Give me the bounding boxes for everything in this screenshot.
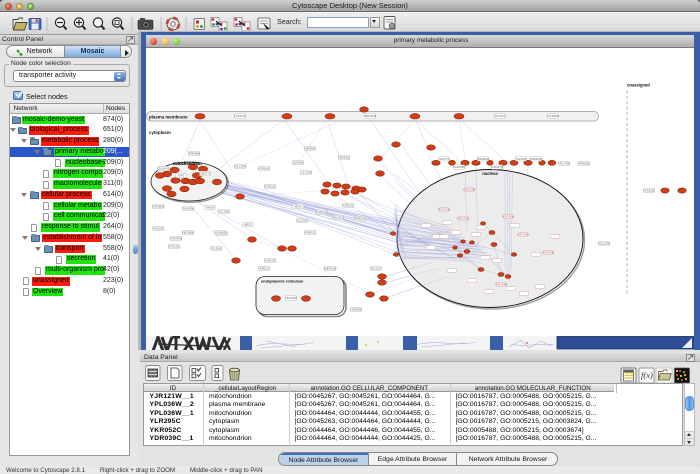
svg-text:YOR161C: YOR161C — [258, 166, 270, 170]
svg-text:YGR124W: YGR124W — [517, 232, 530, 236]
svg-text:YKL120W: YKL120W — [234, 164, 247, 168]
svg-text:YGR124W: YGR124W — [495, 282, 508, 286]
svg-text:YLL055W: YLL055W — [547, 114, 559, 118]
svg-text:YFL054C: YFL054C — [494, 114, 505, 118]
svg-text:cytoplasm: cytoplasm — [149, 130, 171, 135]
svg-text:YJR095W: YJR095W — [350, 307, 363, 311]
svg-text:YGR128C: YGR128C — [643, 188, 655, 192]
svg-text:YNL248C: YNL248C — [515, 156, 527, 160]
svg-text:YPL270W: YPL270W — [558, 161, 571, 165]
svg-text:YGR096W: YGR096W — [152, 204, 165, 208]
svg-text:YDL198C: YDL198C — [218, 209, 230, 213]
svg-text:YOR100C: YOR100C — [264, 258, 276, 262]
svg-text:YGR124W: YGR124W — [542, 250, 555, 254]
svg-text:YGR124W: YGR124W — [463, 187, 476, 191]
svg-text:YOR271C: YOR271C — [342, 203, 354, 207]
svg-text:unassigned: unassigned — [627, 82, 650, 87]
svg-text:YDL054C: YDL054C — [157, 166, 169, 170]
svg-text:plasma membrane: plasma membrane — [149, 114, 188, 119]
svg-text:YBR294W: YBR294W — [364, 114, 377, 118]
svg-text:YGR124W: YGR124W — [457, 216, 470, 220]
svg-text:YOR222C: YOR222C — [264, 184, 276, 188]
svg-text:MRS3: MRS3 — [244, 222, 252, 226]
svg-text:YOR130C: YOR130C — [168, 244, 180, 248]
svg-text:endoplasmic reticulum: endoplasmic reticulum — [261, 278, 304, 283]
svg-text:YLR197W: YLR197W — [491, 165, 504, 169]
svg-text:mitochondrion: mitochondrion — [173, 161, 202, 166]
svg-text:YFR045W: YFR045W — [170, 236, 183, 240]
svg-text:YPR011C: YPR011C — [258, 266, 270, 270]
svg-text:YGR121C: YGR121C — [234, 114, 246, 118]
svg-text:YDL119C: YDL119C — [370, 266, 382, 270]
svg-text:YGR124W: YGR124W — [502, 214, 515, 218]
svg-text:YJL133W: YJL133W — [300, 170, 312, 174]
svg-text:YDR545W: YDR545W — [530, 156, 543, 160]
svg-text:YMR166C: YMR166C — [578, 161, 590, 165]
svg-text:YOL077C: YOL077C — [438, 156, 450, 160]
svg-text:YPR021C: YPR021C — [304, 230, 316, 234]
svg-text:YLR348C: YLR348C — [292, 160, 304, 164]
svg-text:nucleus: nucleus — [482, 171, 498, 176]
svg-text:YDL219W: YDL219W — [598, 241, 611, 245]
svg-text:MRS4: MRS4 — [294, 204, 302, 208]
svg-text:YER053C: YER053C — [354, 216, 366, 220]
svg-text:YIL134W: YIL134W — [296, 218, 308, 222]
svg-text:YEL006W: YEL006W — [182, 230, 195, 234]
svg-text:YBL030C: YBL030C — [332, 215, 344, 219]
svg-text:YMR056C: YMR056C — [316, 210, 328, 214]
svg-text:YDR384C: YDR384C — [304, 146, 316, 150]
svg-text:ATP1: ATP1 — [178, 173, 185, 177]
svg-text:YPL134C: YPL134C — [210, 246, 222, 250]
svg-text:YKL035W: YKL035W — [285, 296, 298, 300]
svg-text:YIL006W: YIL006W — [214, 230, 226, 234]
svg-text:YHM14: YHM14 — [206, 205, 215, 209]
svg-text:YDR342C: YDR342C — [338, 155, 350, 159]
svg-text:YDR060W: YDR060W — [477, 156, 490, 160]
svg-text:YNL003C: YNL003C — [152, 226, 164, 230]
svg-text:YGR124W: YGR124W — [438, 207, 451, 211]
svg-text:f(x): f(x) — [641, 370, 653, 380]
svg-text:YJR077C: YJR077C — [199, 171, 211, 175]
svg-text:YMR241W: YMR241W — [324, 266, 337, 270]
svg-text:YPR058W: YPR058W — [188, 151, 201, 155]
svg-text:YGR159C: YGR159C — [453, 165, 465, 169]
svg-text:YNL083W: YNL083W — [182, 206, 195, 210]
